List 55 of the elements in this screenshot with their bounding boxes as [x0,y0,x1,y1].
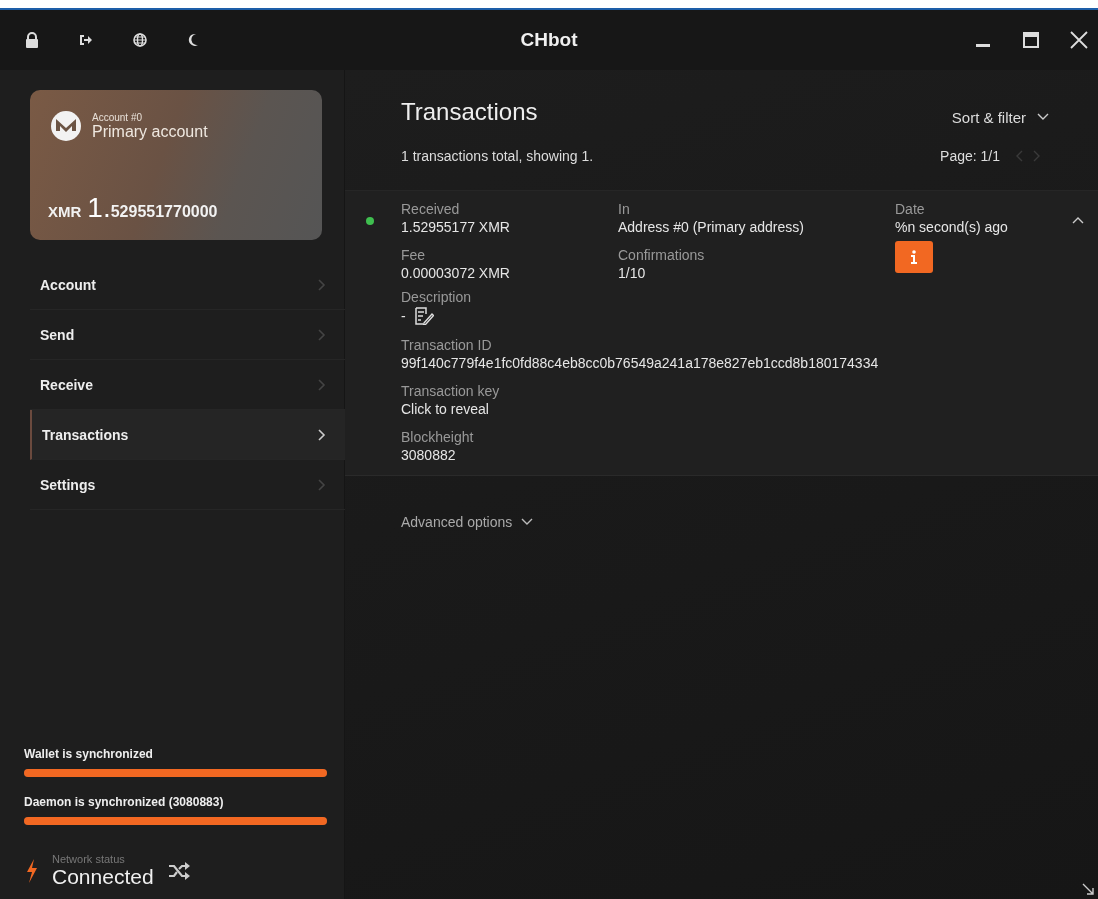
field-label: Confirmations [618,247,706,263]
account-number: Account #0 [92,111,144,123]
field-value: 99f140c779f4e1fc0fd88c4eb8cc0b76549a241a178e827eb1ccd8b180174334 [401,355,880,371]
sort-filter-dropdown[interactable]: Sort & filter [951,108,1050,126]
field-value: 1.52955177 XMR [401,219,511,235]
maximize-icon[interactable] [1022,31,1040,49]
advanced-options-toggle[interactable]: Advanced options [345,476,535,530]
field-label: Description [401,289,473,305]
moon-icon[interactable] [187,33,199,47]
resize-grip-icon[interactable] [1082,883,1094,895]
account-name: Primary account [92,122,208,141]
balance-value: 1.529551770000 [87,192,218,224]
globe-icon[interactable] [133,33,147,47]
field-label: Date [895,201,926,217]
currency-label: XMR [48,203,82,220]
lightning-icon [26,859,38,883]
chevron-right-icon [315,327,327,342]
chevron-down-icon [1036,112,1050,122]
chevron-down-icon [520,517,535,527]
monero-logo-icon [50,110,82,142]
lock-icon[interactable] [25,32,39,48]
field-label: Blockheight [401,429,475,445]
chevron-right-icon [315,477,327,492]
chevron-right-icon [315,427,327,442]
field-value: 0.00003072 XMR [401,265,511,281]
chevron-up-icon[interactable] [1071,215,1085,225]
field-value: Address #0 (Primary address) [618,219,805,235]
reveal-link[interactable]: Click to reveal [401,401,1078,417]
sync-status-text: Wallet is synchronized [24,747,154,761]
field-label: Received [401,201,461,217]
chevron-right-icon [315,277,327,292]
field-label: Fee [401,247,427,263]
field-label: Transaction ID [401,337,493,353]
info-icon [911,250,917,264]
field-value: - [401,308,406,324]
shuffle-icon[interactable] [167,862,190,880]
page-title: Transactions [401,98,538,126]
field-label: In [618,201,631,217]
field-value: %n second(s) ago [895,219,1009,235]
sync-status-text: Daemon is synchronized (3080883) [24,795,225,809]
field-value: 3080882 [401,447,457,463]
transactions-summary: 1 transactions total, showing 1. [401,148,594,164]
chevron-right-icon [315,377,327,392]
window-title: CHbot [519,29,579,51]
field-label: Transaction key [401,383,501,399]
info-button[interactable] [895,241,933,273]
edit-note-icon[interactable] [413,307,434,325]
page-indicator: Page: 1/1 [940,148,1000,164]
network-status-value: Connected [52,865,154,889]
exit-icon[interactable] [79,34,93,46]
account-card[interactable]: Account #0 Primary account XMR 1.529551770000 [30,90,322,240]
field-value: 1/10 [618,265,647,281]
menu-item[interactable]: Transactions [30,410,345,460]
network-status-label: Network status [52,853,126,865]
close-icon[interactable] [1070,31,1088,49]
